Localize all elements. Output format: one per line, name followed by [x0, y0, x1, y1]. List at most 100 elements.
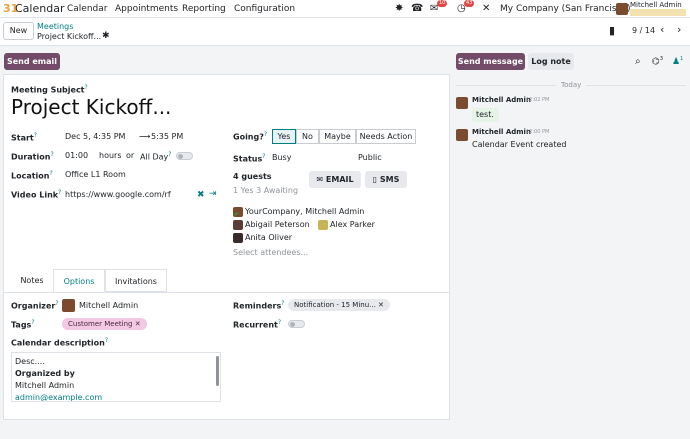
end-input[interactable]: 5:35 PM: [151, 132, 183, 141]
message-body: Calendar Event created: [472, 140, 567, 149]
going-needs-action[interactable]: Needs Action: [356, 129, 416, 144]
breadcrumb-meetings[interactable]: Meetings: [37, 22, 73, 31]
control-panel: New Meetings Project Kickoff... ✱ ▮ 9 / …: [0, 18, 690, 46]
organizer-input[interactable]: Mitchell Admin: [79, 301, 138, 310]
paperclip-icon[interactable]: ⌬3: [652, 56, 663, 67]
pager-value[interactable]: 9 / 14: [632, 26, 655, 35]
attendee-item[interactable]: Abigail Peterson: [245, 220, 310, 229]
status-select[interactable]: Busy: [272, 153, 291, 162]
user-db-label: [630, 9, 686, 16]
clear-link-icon[interactable]: ✖: [197, 190, 205, 200]
followers-icon[interactable]: ♟1: [672, 56, 683, 67]
tags-label: Tags?: [11, 319, 35, 330]
menu-reporting[interactable]: Reporting: [182, 4, 226, 14]
organizer-avatar: [62, 299, 75, 312]
tab-notes[interactable]: Notes: [11, 269, 53, 292]
going-yes[interactable]: Yes: [272, 129, 296, 144]
bookmark-icon[interactable]: ▮: [609, 24, 615, 37]
organizer-label: Organizer?: [11, 300, 59, 311]
message-body: test.: [472, 108, 499, 122]
description-email-link[interactable]: admin@example.com: [15, 393, 102, 401]
menu-calendar[interactable]: Calendar: [67, 4, 107, 14]
menu-configuration[interactable]: Configuration: [234, 4, 295, 14]
pager-prev-icon[interactable]: ‹: [660, 23, 664, 36]
going-no[interactable]: No: [296, 129, 319, 144]
attendee-item[interactable]: Alex Parker: [330, 220, 375, 229]
remove-tag-icon[interactable]: ✕: [135, 320, 141, 328]
duration-label: Duration?: [11, 151, 54, 162]
top-navbar: 31 Calendar Calendar Appointments Report…: [0, 0, 690, 18]
tools-icon[interactable]: ✕: [482, 3, 490, 14]
tab-invitations[interactable]: Invitations: [105, 269, 167, 292]
avatar: [233, 220, 243, 230]
email-guests-button[interactable]: ✉ EMAIL: [309, 171, 361, 188]
description-label: Calendar description?: [11, 337, 109, 348]
bug-icon[interactable]: ✸: [395, 3, 403, 14]
tabs-divider: [4, 292, 449, 293]
avatar: [456, 129, 468, 141]
messages-icon[interactable]: ✉ 10: [430, 0, 448, 14]
description-line: Organized by: [15, 369, 75, 378]
gear-icon[interactable]: ✱: [102, 31, 110, 41]
join-link-icon[interactable]: ⇥: [209, 189, 217, 199]
divider: [586, 85, 686, 86]
search-icon[interactable]: ⌕: [635, 56, 641, 67]
form-sheet: Meeting Subject? Project Kickoff... Star…: [3, 74, 450, 420]
privacy-select[interactable]: Public: [358, 153, 382, 162]
recurrent-label: Recurrent?: [233, 319, 282, 330]
going-label: Going??: [233, 131, 268, 142]
remove-reminder-icon[interactable]: ✕: [378, 301, 384, 309]
today-separator: Today: [561, 81, 582, 89]
videolink-input[interactable]: https://www.google.com/rf: [65, 190, 175, 199]
message-time: 12:02 PM: [526, 97, 550, 103]
pager-next-icon[interactable]: ›: [677, 23, 681, 36]
message-time: 12:00 PM: [526, 129, 550, 135]
mobile-icon: ▯: [372, 175, 380, 184]
tab-options[interactable]: Options: [53, 269, 105, 292]
subject-input[interactable]: Project Kickoff...: [11, 95, 171, 119]
reminder-tag[interactable]: Notification - 15 Minu... ✕: [288, 299, 390, 311]
subject-label: Meeting Subject?: [11, 84, 88, 95]
user-name: Mitchell Admin: [630, 1, 682, 9]
phone-icon[interactable]: ☎: [411, 3, 423, 14]
avatar: [233, 233, 243, 243]
guests-summary: 1 Yes 3 Awaiting: [233, 186, 299, 195]
user-avatar: [616, 3, 628, 15]
tag-customer-meeting[interactable]: Customer Meeting ✕: [62, 318, 147, 330]
recurrent-toggle[interactable]: [288, 320, 305, 328]
app-title[interactable]: Calendar: [15, 2, 64, 15]
check-icon: ✔: [234, 211, 240, 218]
attendee-item[interactable]: Anita Oliver: [245, 233, 292, 242]
reminders-label: Reminders?: [233, 300, 285, 311]
select-attendees-input[interactable]: Select attendees...: [233, 248, 308, 257]
company-switcher[interactable]: My Company (San Francisco): [500, 4, 630, 14]
user-menu[interactable]: Mitchell Admin: [616, 1, 690, 17]
breadcrumb-current: Project Kickoff...: [37, 32, 102, 41]
messages-badge: 10: [437, 0, 448, 7]
menu-appointments[interactable]: Appointments: [115, 4, 178, 14]
avatar: [456, 97, 468, 109]
new-button[interactable]: New: [3, 22, 34, 40]
send-email-button[interactable]: Send email: [4, 53, 60, 70]
description-editor[interactable]: Desc.... Organized by Mitchell Admin adm…: [11, 352, 221, 402]
going-maybe[interactable]: Maybe: [319, 129, 356, 144]
activities-badge: 43: [464, 0, 475, 7]
send-message-button[interactable]: Send message: [456, 53, 525, 70]
divider: [456, 85, 556, 86]
description-line: Desc....: [15, 357, 45, 366]
activities-icon[interactable]: ◷ 43: [457, 0, 475, 14]
sms-guests-button[interactable]: ▯ SMS: [365, 171, 407, 188]
attendee-item[interactable]: YourCompany, Mitchell Admin: [245, 207, 364, 216]
arrow-right-icon: ⟶: [139, 132, 151, 141]
location-input[interactable]: Office L1 Room: [65, 170, 126, 179]
allday-label: All Day?: [140, 151, 172, 162]
start-input[interactable]: Dec 5, 4:35 PM: [65, 132, 125, 141]
location-label: Location?: [11, 170, 53, 181]
allday-toggle[interactable]: [176, 152, 193, 160]
message-author[interactable]: Mitchell Admin: [472, 128, 531, 136]
description-scrollbar[interactable]: [216, 356, 219, 386]
duration-input[interactable]: 01:00: [65, 151, 88, 160]
message-author[interactable]: Mitchell Admin: [472, 96, 531, 104]
status-label: Status?: [233, 153, 266, 164]
log-note-button[interactable]: Log note: [528, 53, 574, 70]
